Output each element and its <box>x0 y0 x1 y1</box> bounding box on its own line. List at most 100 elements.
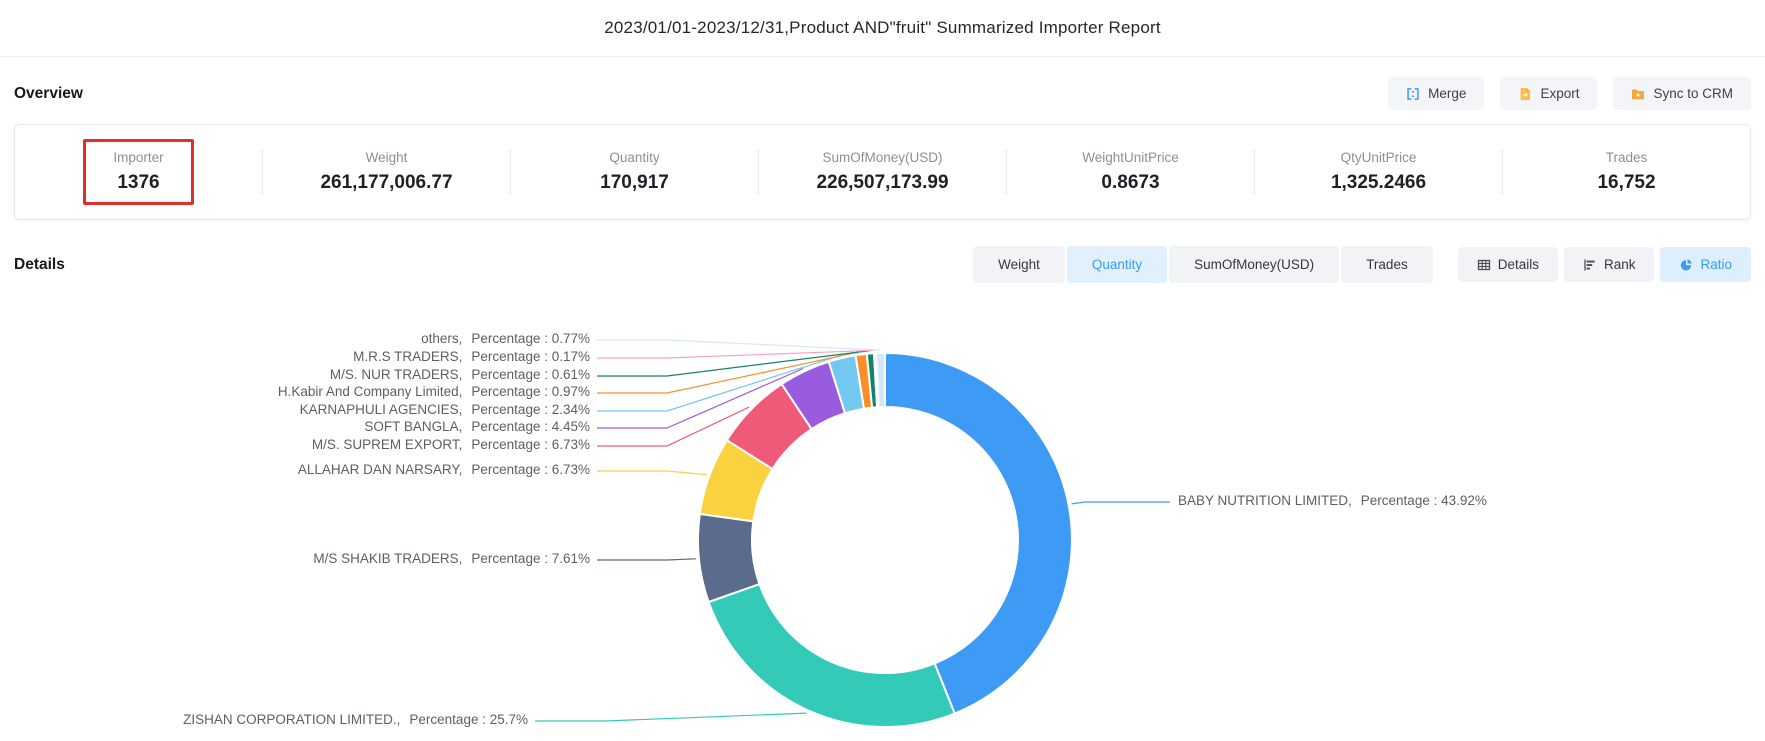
pie-label-percentage: Percentage : 0.17% <box>471 349 590 364</box>
stat-value: 1376 <box>113 172 163 194</box>
pie-label-name: BABY NUTRITION LIMITED, <box>1178 493 1352 508</box>
pie-icon <box>1679 258 1693 272</box>
merge-button-label: Merge <box>1428 86 1466 101</box>
rank-view-label: Rank <box>1604 257 1636 272</box>
stat-box: QtyUnitPrice 1,325.2466 <box>1306 139 1451 205</box>
pie-slice-zishan-corporation-limited[interactable] <box>709 584 955 727</box>
overview-header: Overview Merge Export <box>0 57 1765 110</box>
stat-label: Trades <box>1597 150 1655 165</box>
pie-label-allahar-dan-narsary: ALLAHAR DAN NARSARY, Percentage : 6.73% <box>298 462 590 477</box>
pie-leader-line <box>535 713 807 721</box>
pie-label-m-s-suprem-export: M/S. SUPREM EXPORT, Percentage : 6.73% <box>312 437 590 452</box>
sync-folder-icon <box>1631 87 1645 101</box>
stat-label: Weight <box>320 150 452 165</box>
pie-label-baby-nutrition-limited: BABY NUTRITION LIMITED, Percentage : 43.9… <box>1178 493 1487 508</box>
stat-value: 0.8673 <box>1082 172 1179 194</box>
pie-label-m-s-nur-traders: M/S. NUR TRADERS, Percentage : 0.61% <box>330 367 590 382</box>
pie-label-percentage: Percentage : 7.61% <box>471 551 590 566</box>
report-page: 2023/01/01-2023/12/31,Product AND"fruit"… <box>0 0 1765 741</box>
pie-label-others: others, Percentage : 0.77% <box>421 331 590 346</box>
pie-slice-baby-nutrition-limited[interactable] <box>885 353 1072 714</box>
pie-leader-line <box>597 471 707 475</box>
metric-tab-quantity[interactable]: Quantity <box>1067 246 1167 283</box>
table-icon <box>1477 258 1491 272</box>
stat-value: 1,325.2466 <box>1331 172 1426 194</box>
stat-trades: Trades 16,752 <box>1503 139 1750 205</box>
stat-label: Importer <box>113 150 163 165</box>
pie-label-percentage: Percentage : 2.34% <box>471 402 590 417</box>
pie-label-name: M/S. SUPREM EXPORT, <box>312 437 463 452</box>
metric-tabs: WeightQuantitySumOfMoney(USD)Trades <box>971 246 1433 283</box>
ratio-view-button[interactable]: Ratio <box>1660 247 1751 282</box>
pie-leader-line <box>597 340 880 350</box>
pie-label-name: KARNAPHULI AGENCIES, <box>300 402 463 417</box>
sync-to-crm-button-label: Sync to CRM <box>1653 86 1733 101</box>
pie-leader-line <box>597 350 875 358</box>
view-buttons: Details Rank Ratio <box>1458 247 1751 282</box>
stat-qtyunitprice: QtyUnitPrice 1,325.2466 <box>1255 139 1502 205</box>
pie-slice-others[interactable] <box>876 353 885 407</box>
stat-box: Quantity 170,917 <box>575 139 694 205</box>
stat-label: SumOfMoney(USD) <box>816 150 948 165</box>
stat-box: Weight 261,177,006.77 <box>295 139 477 205</box>
stat-box: SumOfMoney(USD) 226,507,173.99 <box>791 139 973 205</box>
stat-importer: Importer 1376 <box>15 139 262 205</box>
export-button[interactable]: Export <box>1500 77 1597 110</box>
pie-label-karnaphuli-agencies: KARNAPHULI AGENCIES, Percentage : 2.34% <box>300 402 590 417</box>
importer-ratio-donut-chart <box>0 0 1765 741</box>
pie-label-percentage: Percentage : 0.97% <box>471 384 590 399</box>
stat-box: Trades 16,752 <box>1572 139 1680 205</box>
rank-view-button[interactable]: Rank <box>1564 247 1655 282</box>
details-header: Details WeightQuantitySumOfMoney(USD)Tra… <box>14 246 1751 283</box>
title-bar: 2023/01/01-2023/12/31,Product AND"fruit"… <box>0 0 1765 57</box>
sync-to-crm-button[interactable]: Sync to CRM <box>1613 77 1751 110</box>
pie-label-m-r-s-traders: M.R.S TRADERS,Percentage : 0.17% <box>353 349 590 364</box>
pie-label-percentage: Percentage : 4.45% <box>471 419 590 434</box>
metric-tab-weight[interactable]: Weight <box>973 246 1065 283</box>
stat-value: 261,177,006.77 <box>320 172 452 194</box>
merge-icon <box>1406 87 1420 101</box>
merge-button[interactable]: Merge <box>1388 77 1484 110</box>
pie-label-percentage: Percentage : 0.77% <box>471 331 590 346</box>
pie-label-percentage: Percentage : 6.73% <box>471 462 590 477</box>
pie-label-name: others, <box>421 331 462 346</box>
stat-box: WeightUnitPrice 0.8673 <box>1057 139 1204 205</box>
pie-label-m-s-shakib-traders: M/S SHAKIB TRADERS,Percentage : 7.61% <box>313 551 590 566</box>
stat-quantity: Quantity 170,917 <box>511 139 758 205</box>
stat-sumofmoney-usd: SumOfMoney(USD) 226,507,173.99 <box>759 139 1006 205</box>
pie-label-name: ZISHAN CORPORATION LIMITED., <box>183 712 400 727</box>
stat-value: 226,507,173.99 <box>816 172 948 194</box>
metric-tab-trades[interactable]: Trades <box>1341 246 1433 283</box>
stat-value: 16,752 <box>1597 172 1655 194</box>
details-view-button[interactable]: Details <box>1458 247 1558 282</box>
export-icon <box>1518 87 1532 101</box>
pie-label-percentage: Percentage : 0.61% <box>471 367 590 382</box>
pie-label-percentage: Percentage : 43.92% <box>1361 493 1487 508</box>
stat-label: Quantity <box>600 150 669 165</box>
details-heading: Details <box>14 256 65 274</box>
highlight-box: Importer 1376 <box>83 139 193 205</box>
export-button-label: Export <box>1540 86 1579 101</box>
stat-value: 170,917 <box>600 172 669 194</box>
metric-tab-sumofmoney-usd[interactable]: SumOfMoney(USD) <box>1169 246 1339 283</box>
pie-label-h-kabir-and-company-limited: H.Kabir And Company Limited, Percentage :… <box>278 384 590 399</box>
stat-label: QtyUnitPrice <box>1331 150 1426 165</box>
pie-label-percentage: Percentage : 25.7% <box>409 712 528 727</box>
pie-label-soft-bangla: SOFT BANGLA, Percentage : 4.45% <box>364 419 590 434</box>
pie-leader-line <box>597 559 696 560</box>
overview-stats-card: Importer 1376 Weight 261,177,006.77 Quantity… <box>14 124 1751 220</box>
report-title: 2023/01/01-2023/12/31,Product AND"fruit"… <box>604 18 1161 38</box>
pie-label-name: H.Kabir And Company Limited, <box>278 384 463 399</box>
pie-leader-line <box>1072 502 1171 504</box>
pie-label-name: SOFT BANGLA, <box>364 419 462 434</box>
stat-weightunitprice: WeightUnitPrice 0.8673 <box>1007 139 1254 205</box>
pie-label-name: ALLAHAR DAN NARSARY, <box>298 462 463 477</box>
pie-label-percentage: Percentage : 6.73% <box>471 437 590 452</box>
overview-heading: Overview <box>14 85 83 103</box>
stat-weight: Weight 261,177,006.77 <box>263 139 510 205</box>
pie-label-name: M/S. NUR TRADERS, <box>330 367 463 382</box>
details-view-label: Details <box>1498 257 1539 272</box>
overview-actions: Merge Export Sync to CRM <box>1388 77 1751 110</box>
pie-label-zishan-corporation-limited: ZISHAN CORPORATION LIMITED., Percentage :… <box>183 712 528 727</box>
stat-label: WeightUnitPrice <box>1082 150 1179 165</box>
